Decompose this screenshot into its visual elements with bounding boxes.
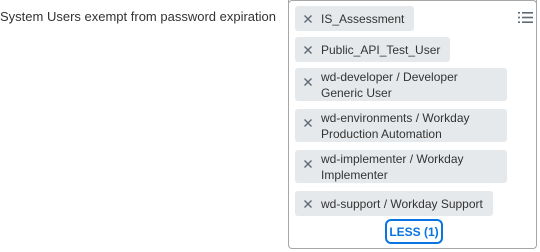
less-button[interactable]: LESS (1): [385, 219, 443, 244]
system-users-multiselect[interactable]: IS_Assessment Public_API_Test_User wd-de…: [288, 0, 537, 249]
selected-pill[interactable]: Public_API_Test_User: [295, 37, 451, 62]
close-icon[interactable]: [303, 159, 313, 169]
selected-pill[interactable]: wd-implementer / Workday Implementer: [295, 150, 507, 183]
pill-label: wd-developer / Developer Generic User: [321, 70, 458, 100]
close-icon[interactable]: [303, 45, 313, 55]
close-icon[interactable]: [303, 77, 313, 87]
list-prompt-icon[interactable]: [518, 11, 533, 24]
pill-label: wd-support / Workday Support: [321, 196, 483, 211]
field-label: System Users exempt from password expira…: [0, 9, 276, 24]
pill-label: IS_Assessment: [321, 11, 405, 26]
pill-label: wd-environments / Workday Production Aut…: [321, 111, 470, 141]
close-icon[interactable]: [303, 199, 313, 209]
close-icon[interactable]: [303, 118, 313, 128]
selected-pill[interactable]: wd-support / Workday Support: [295, 191, 493, 216]
selected-pill[interactable]: wd-developer / Developer Generic User: [295, 68, 507, 101]
selected-pill[interactable]: wd-environments / Workday Production Aut…: [295, 109, 507, 142]
close-icon[interactable]: [303, 14, 313, 24]
pill-label: Public_API_Test_User: [321, 42, 441, 57]
selected-pill[interactable]: IS_Assessment: [295, 6, 415, 31]
pill-label: wd-implementer / Workday Implementer: [321, 152, 464, 182]
